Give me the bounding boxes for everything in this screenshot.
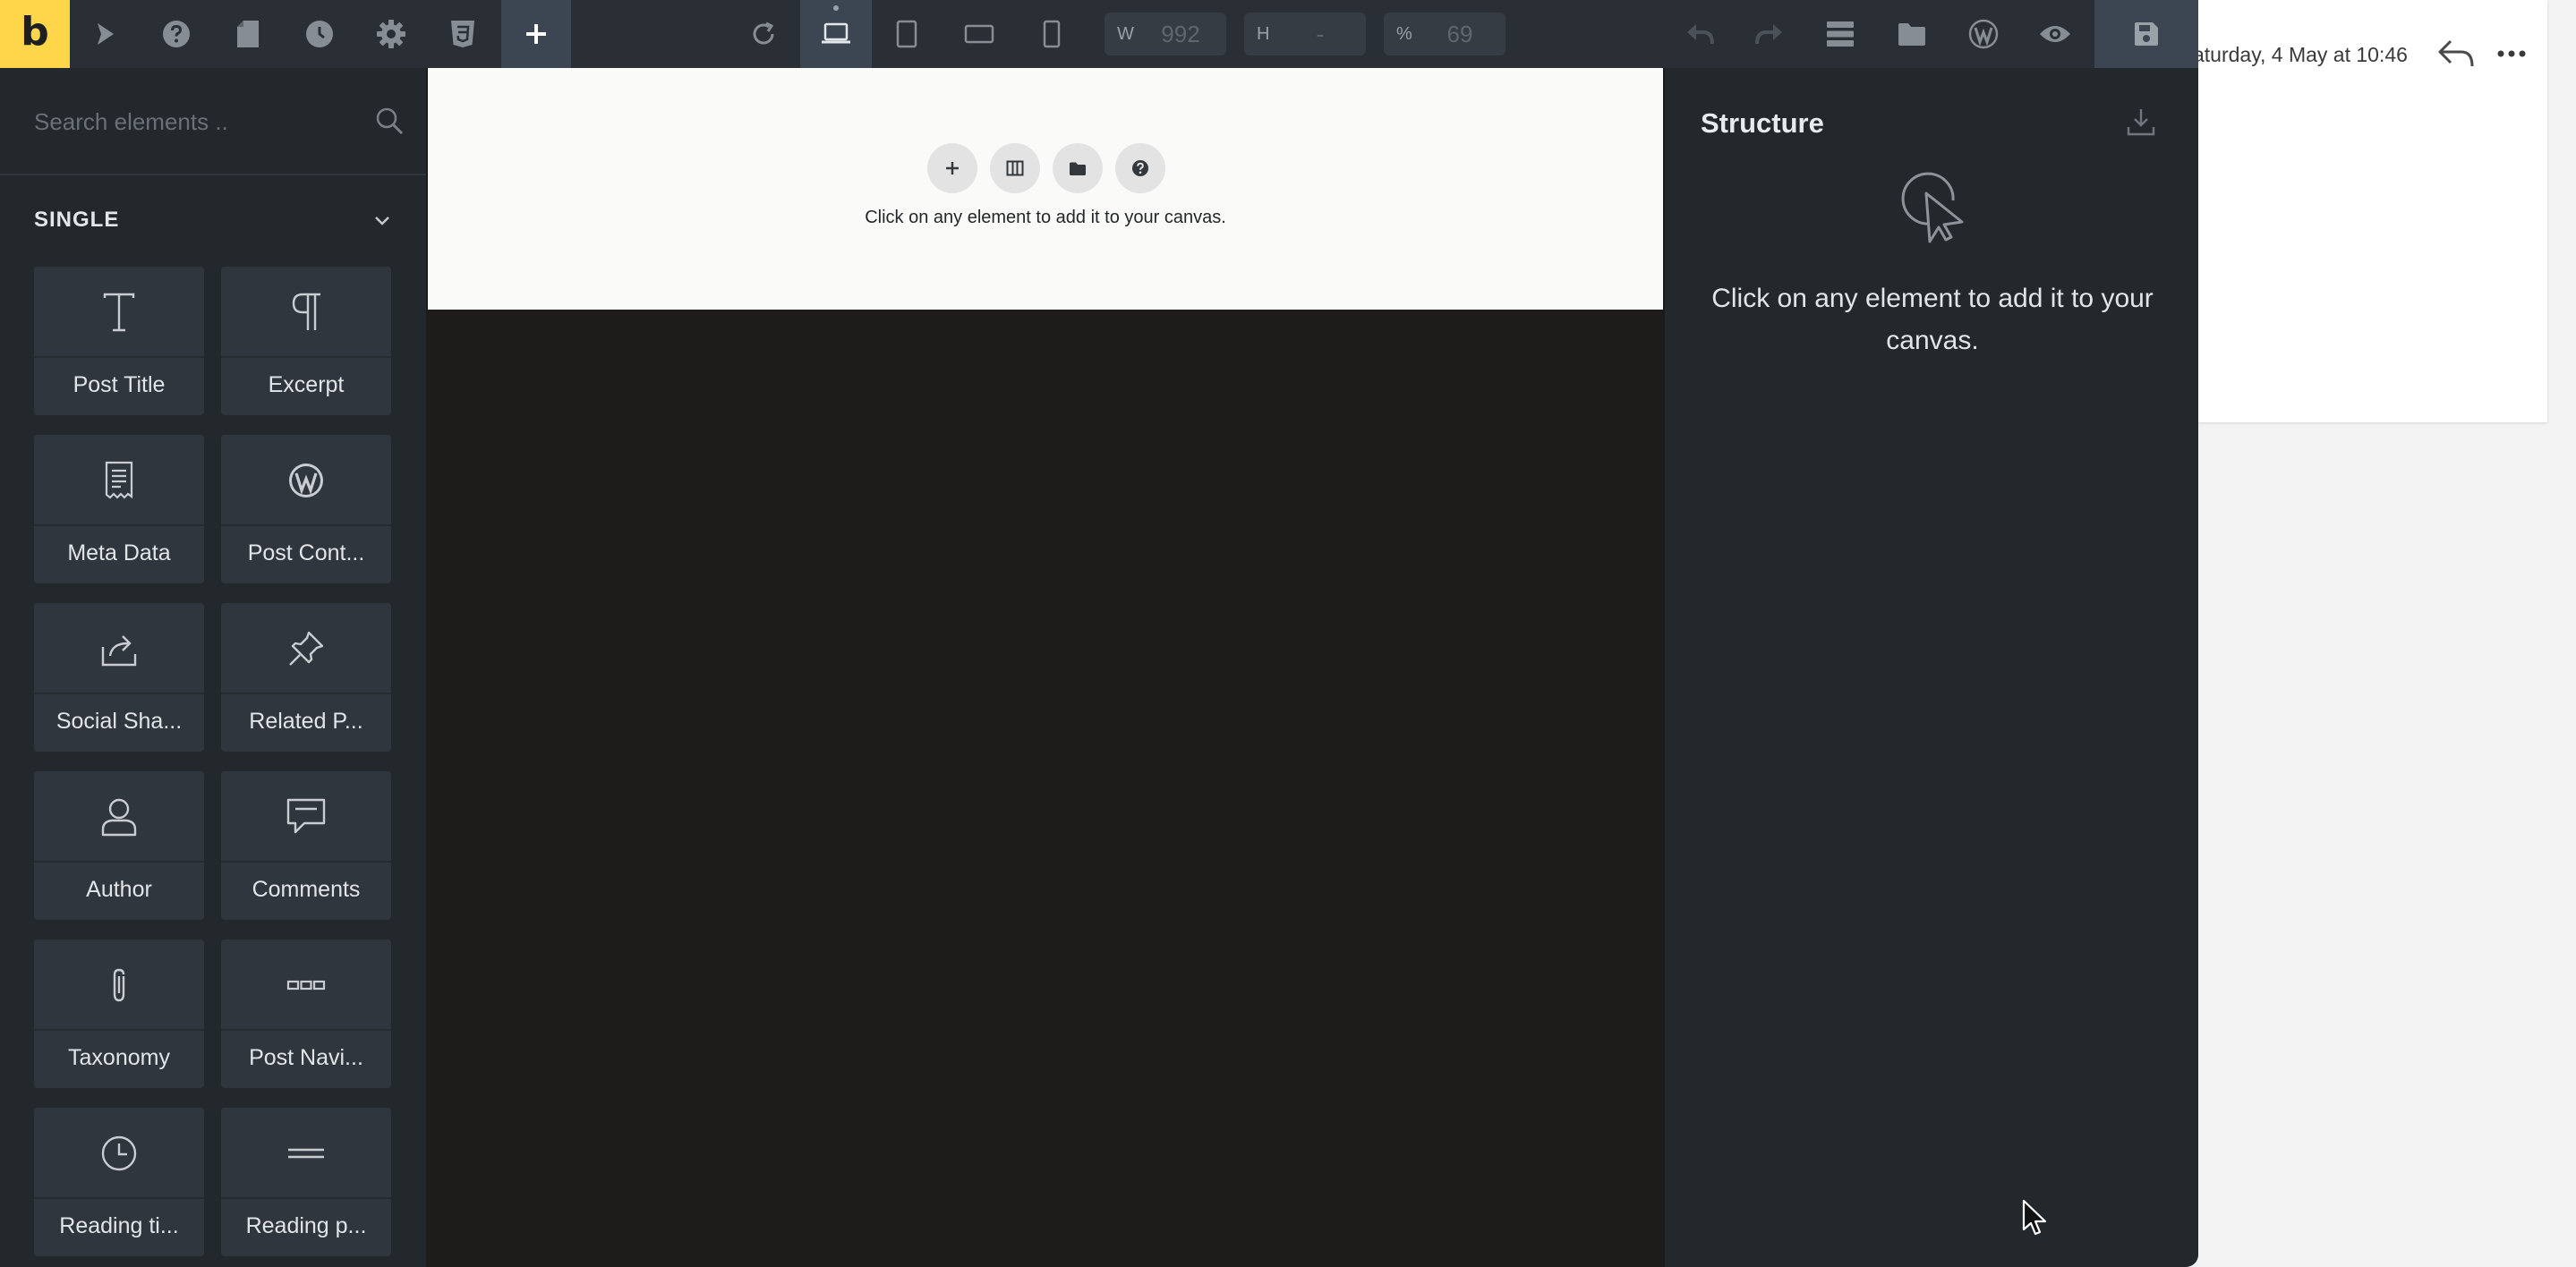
active-indicator: [833, 5, 839, 11]
canvas-add-button[interactable]: [927, 143, 977, 193]
floppy-disk-icon: [2135, 22, 2158, 46]
receipt-icon: [34, 451, 204, 510]
help-icon[interactable]: [141, 0, 211, 68]
pin-icon: [221, 619, 391, 678]
canvas-hint-text: Click on any element to add it to your c…: [865, 208, 1226, 227]
css3-icon[interactable]: [428, 0, 498, 68]
paperclip-icon: [34, 956, 204, 1015]
plus-icon: [946, 162, 959, 174]
comment-icon: [221, 787, 391, 846]
elements-panel: SINGLE Post Title Excerpt Meta Data Post…: [0, 68, 426, 1267]
structure-title: Structure: [1701, 107, 1824, 139]
element-label: Meta Data: [67, 540, 171, 565]
element-meta-data[interactable]: Meta Data: [34, 435, 204, 583]
undo-icon[interactable]: [1665, 0, 1735, 68]
help-icon: [1132, 160, 1148, 176]
element-label: Post Cont...: [247, 540, 365, 565]
element-reading-progress[interactable]: Reading p...: [221, 1108, 391, 1256]
folder-icon: [1070, 162, 1086, 175]
add-elements-button[interactable]: [501, 0, 571, 68]
history-icon[interactable]: [285, 0, 354, 68]
refresh-icon[interactable]: [729, 0, 798, 68]
cursor-click-icon: [1899, 168, 1971, 245]
element-group-title: SINGLE: [34, 208, 120, 232]
tablet-portrait-icon[interactable]: [872, 0, 942, 68]
settings-gear-icon[interactable]: [356, 0, 426, 68]
redo-icon[interactable]: [1735, 0, 1804, 68]
wordpress-icon[interactable]: [1948, 0, 2019, 68]
lines-icon: [221, 1124, 391, 1183]
download-icon[interactable]: [2125, 106, 2157, 138]
text-icon: [34, 283, 204, 342]
element-label: Author: [86, 877, 152, 902]
structure-panel: Structure Click on any element to add it…: [1663, 68, 2198, 1267]
element-label: Social Sha...: [55, 709, 183, 734]
page-builder: b W 992 H - % 69 Search elements .. SING…: [0, 0, 2198, 1267]
background-message-date: aturday, 4 May at 10:46: [2193, 43, 2408, 66]
brand-logo[interactable]: b: [0, 0, 70, 68]
element-post-title[interactable]: Post Title: [34, 267, 204, 415]
pages-icon[interactable]: [213, 0, 283, 68]
element-label: Post Navi...: [249, 1045, 363, 1070]
mouse-cursor-icon: [2021, 1199, 2048, 1237]
structure-empty-hint: Click on any element to add it to your c…: [1711, 284, 2154, 355]
share-icon: [34, 619, 204, 678]
element-reading-time[interactable]: Reading ti...: [34, 1108, 204, 1256]
canvas-empty-section[interactable]: Click on any element to add it to your c…: [428, 68, 1663, 310]
more-options-icon[interactable]: [2494, 36, 2529, 72]
element-comments[interactable]: Comments: [221, 771, 391, 920]
element-label: Reading p...: [245, 1213, 367, 1238]
dots-icon: [221, 956, 391, 1015]
pointer-icon[interactable]: [70, 0, 140, 68]
user-icon: [34, 787, 204, 846]
element-excerpt[interactable]: Excerpt: [221, 267, 391, 415]
laptop-icon: [822, 22, 850, 44]
element-post-content[interactable]: Post Cont...: [221, 435, 391, 583]
element-label: Taxonomy: [68, 1045, 170, 1070]
breakpoint-desktop-button[interactable]: [800, 0, 872, 68]
element-related-posts[interactable]: Related P...: [221, 603, 391, 752]
element-post-navigation[interactable]: Post Navi...: [221, 940, 391, 1088]
element-label: Post Title: [73, 372, 166, 397]
reply-icon[interactable]: [2436, 36, 2476, 72]
preview-eye-icon[interactable]: [2019, 0, 2091, 68]
save-button[interactable]: [2094, 0, 2198, 68]
clock-icon: [34, 1124, 204, 1183]
templates-folder-icon[interactable]: [1876, 0, 1948, 68]
element-label: Related P...: [249, 709, 363, 734]
element-social-share[interactable]: Social Sha...: [34, 603, 204, 752]
element-label: Comments: [252, 877, 361, 902]
element-author[interactable]: Author: [34, 771, 204, 920]
height-field[interactable]: H -: [1244, 13, 1366, 55]
mobile-landscape-icon[interactable]: [943, 0, 1015, 68]
search-elements-input[interactable]: [34, 104, 356, 140]
canvas-templates-button[interactable]: [1053, 143, 1103, 193]
element-label: Reading ti...: [59, 1213, 179, 1238]
width-field[interactable]: W 992: [1105, 13, 1226, 55]
scale-field[interactable]: % 69: [1384, 13, 1506, 55]
element-taxonomy[interactable]: Taxonomy: [34, 940, 204, 1088]
canvas-layout-button[interactable]: [990, 143, 1040, 193]
builder-canvas[interactable]: Click on any element to add it to your c…: [426, 68, 1663, 1267]
pilcrow-icon: [221, 283, 391, 342]
builder-toolbar: b W 992 H - % 69: [0, 0, 2198, 68]
search-icon[interactable]: [374, 106, 405, 136]
layers-stack-icon[interactable]: [1804, 0, 1876, 68]
wordpress-icon: [221, 451, 391, 510]
elements-search-bar: [0, 68, 426, 175]
mobile-portrait-icon[interactable]: [1017, 0, 1087, 68]
element-group-header[interactable]: SINGLE: [34, 202, 392, 238]
canvas-help-button[interactable]: [1115, 143, 1165, 193]
chevron-down-icon: [372, 210, 392, 230]
element-label: Excerpt: [268, 372, 345, 397]
columns-icon: [1006, 160, 1024, 176]
